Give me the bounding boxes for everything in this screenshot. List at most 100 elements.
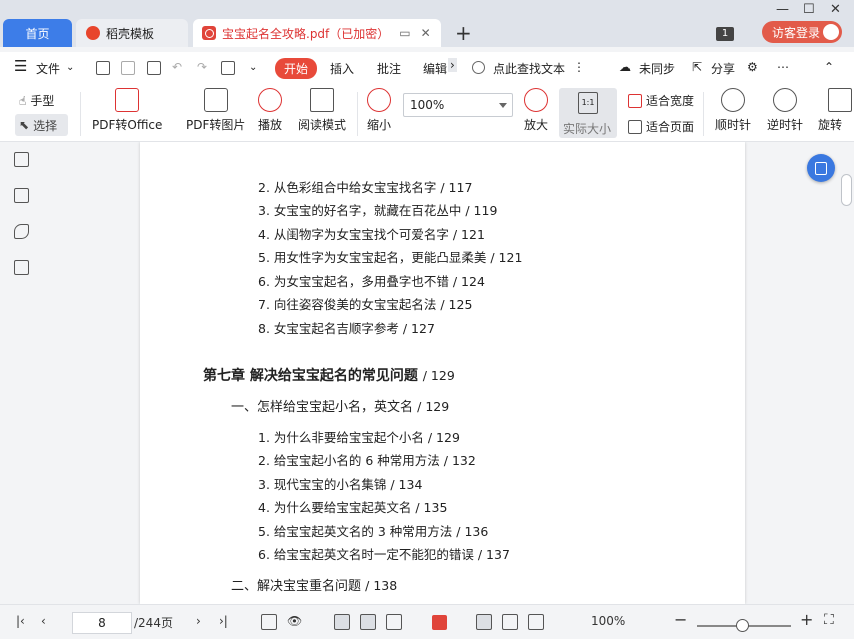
- last-page-icon[interactable]: ›|: [219, 614, 228, 628]
- search-input[interactable]: 点此查找文本: [493, 60, 565, 77]
- menu-annotate[interactable]: 批注: [377, 60, 401, 77]
- minimize-icon[interactable]: —: [776, 2, 789, 17]
- toc-entry[interactable]: 2. 给宝宝起小名的 6 种常用方法 / 132: [258, 450, 476, 469]
- save-icon[interactable]: [121, 61, 135, 75]
- next-page-icon[interactable]: ›: [196, 614, 201, 628]
- window-count-badge[interactable]: 1: [716, 27, 734, 41]
- eye-protect-icon[interactable]: 👁: [287, 614, 302, 628]
- fit-width-status-icon[interactable]: [528, 614, 544, 630]
- redo-icon[interactable]: ↷: [197, 60, 207, 74]
- login-label: 访客登录: [772, 25, 821, 40]
- annotation-icon[interactable]: [14, 224, 29, 239]
- toc-entry[interactable]: 4. 为什么要给宝宝起英文名 / 135: [258, 497, 447, 516]
- menu-start[interactable]: 开始: [275, 58, 318, 79]
- toc-entry[interactable]: 6. 为女宝宝起名，多用叠字也不错 / 124: [258, 271, 485, 290]
- toc-entry[interactable]: 3. 现代宝宝的小名集锦 / 134: [258, 474, 422, 493]
- collapse-ribbon-icon[interactable]: ⌃: [824, 60, 834, 74]
- outline-icon[interactable]: [14, 152, 29, 167]
- toc-entry[interactable]: 2. 从色彩组合中给女宝宝找名字 / 117: [258, 177, 472, 196]
- zoom-percent[interactable]: 100%: [591, 614, 625, 628]
- play-circle-icon: [258, 88, 282, 112]
- play-button[interactable]: 播放: [258, 88, 282, 133]
- tab-template[interactable]: 稻壳模板: [76, 19, 188, 47]
- zoom-out-label: 缩小: [367, 118, 392, 132]
- new-tab-button[interactable]: +: [455, 21, 472, 45]
- toc-entry[interactable]: 8. 女宝宝起名吉顺字参考 / 127: [258, 318, 435, 337]
- page-number-input[interactable]: 8: [72, 612, 132, 634]
- zoom-out-button[interactable]: 缩小: [367, 88, 391, 133]
- toc-entry[interactable]: 6. 给宝宝起英文名时一定不能犯的错误 / 137: [258, 544, 510, 563]
- actual-size-button[interactable]: 1:1 实际大小: [559, 88, 617, 138]
- select-tool-button[interactable]: ⬉ 选择: [15, 114, 68, 136]
- docer-logo-icon: [86, 26, 100, 40]
- single-page-icon[interactable]: [334, 614, 350, 630]
- document-viewer[interactable]: 2. 从色彩组合中给女宝宝找名字 / 117 3. 女宝宝的好名字，就藏在百花丛…: [42, 142, 840, 604]
- menu-edit[interactable]: 编辑: [423, 60, 447, 77]
- window-close-icon[interactable]: ✕: [830, 2, 841, 17]
- menu-scroll-right-icon[interactable]: ›: [448, 58, 457, 72]
- toc-entry[interactable]: 5. 用女性字为女宝宝起名，更能凸显柔美 / 121: [258, 247, 522, 266]
- read-mode-button[interactable]: 阅读模式: [298, 88, 346, 133]
- toolbar-divider: [80, 92, 81, 136]
- convert-icon[interactable]: [14, 260, 29, 275]
- zoom-in-button[interactable]: 放大: [524, 88, 548, 133]
- rotate-ccw-button[interactable]: 逆时针: [767, 88, 803, 133]
- hand-tool-button[interactable]: ☝ 手型: [19, 92, 54, 109]
- scrollbar-thumb[interactable]: [841, 174, 852, 206]
- menu-insert[interactable]: 插入: [330, 60, 354, 77]
- login-button[interactable]: 访客登录: [762, 21, 842, 43]
- actual-size-status-icon[interactable]: [476, 614, 492, 630]
- chevron-down-icon[interactable]: ⌄: [66, 62, 74, 73]
- toc-chapter[interactable]: 第七章 解决给宝宝起名的常见问题 / 129: [203, 365, 455, 385]
- chapter-title: 第七章 解决给宝宝起名的常见问题: [203, 368, 418, 384]
- toc-section[interactable]: 二、解决宝宝重名问题 / 138: [231, 575, 397, 594]
- zoom-slider-knob[interactable]: [736, 619, 749, 632]
- pin-icon[interactable]: ▭: [399, 26, 410, 40]
- pdf-to-office-button[interactable]: PDF转Office: [92, 88, 162, 133]
- toc-entry[interactable]: 3. 女宝宝的好名字，就藏在百花丛中 / 119: [258, 200, 497, 219]
- toc-entry[interactable]: 7. 向往姿容俊美的女宝宝起名法 / 125: [258, 294, 472, 313]
- floating-convert-button[interactable]: [807, 154, 835, 182]
- zoom-out-status-icon[interactable]: −: [674, 610, 687, 629]
- maximize-icon[interactable]: ☐: [803, 2, 815, 17]
- fit-page-button[interactable]: 适合页面: [628, 118, 694, 135]
- thumbnail-icon[interactable]: [14, 188, 29, 203]
- tab-home[interactable]: 首页: [3, 19, 72, 47]
- pdf-to-image-button[interactable]: PDF转图片: [186, 88, 245, 133]
- rotate-cw-label: 顺时针: [715, 118, 752, 132]
- zoom-in-status-icon[interactable]: +: [800, 610, 813, 629]
- more-vertical-icon[interactable]: ⋮: [573, 60, 585, 74]
- toc-entry[interactable]: 5. 给宝宝起英文名的 3 种常用方法 / 136: [258, 521, 488, 540]
- double-page-icon[interactable]: [386, 614, 402, 630]
- vertical-scrollbar[interactable]: [840, 142, 854, 604]
- back-icon[interactable]: [261, 614, 277, 630]
- more-horizontal-icon[interactable]: ⋯: [777, 60, 789, 74]
- export-icon[interactable]: [221, 61, 235, 75]
- tab-document[interactable]: 宝宝起名全攻略.pdf（已加密） ▭ ✕: [193, 19, 441, 47]
- zoom-select[interactable]: 100%: [403, 93, 513, 117]
- share-button[interactable]: 分享: [711, 60, 735, 77]
- fit-width-button[interactable]: 适合宽度: [628, 92, 694, 109]
- pdf-to-word-icon: [115, 88, 140, 112]
- rotate-button[interactable]: 旋转: [818, 88, 854, 133]
- prev-page-icon[interactable]: ‹: [41, 614, 46, 628]
- toc-entry[interactable]: 4. 从闺物字为女宝宝找个可爱名字 / 121: [258, 224, 485, 243]
- first-page-icon[interactable]: |‹: [16, 614, 25, 628]
- fullscreen-icon[interactable]: ⛶: [824, 612, 834, 628]
- rotate-cw-icon: [721, 88, 745, 112]
- undo-icon[interactable]: ↶: [172, 60, 182, 74]
- sync-status[interactable]: 未同步: [639, 60, 675, 77]
- open-folder-icon[interactable]: [96, 61, 110, 75]
- settings-gear-icon[interactable]: ⚙: [747, 60, 758, 74]
- toc-entry[interactable]: 1. 为什么非要给宝宝起个小名 / 129: [258, 427, 460, 446]
- play-slideshow-icon[interactable]: [432, 615, 447, 630]
- more-chevron-icon[interactable]: ⌄: [249, 62, 257, 73]
- toc-section[interactable]: 一、怎样给宝宝起小名，英文名 / 129: [231, 396, 449, 415]
- close-tab-icon[interactable]: ✕: [421, 26, 431, 40]
- fit-page-status-icon[interactable]: [502, 614, 518, 630]
- hamburger-icon[interactable]: ☰: [14, 57, 27, 75]
- rotate-cw-button[interactable]: 顺时针: [715, 88, 751, 133]
- menu-file[interactable]: 文件: [36, 60, 60, 77]
- print-icon[interactable]: [147, 61, 161, 75]
- continuous-page-icon[interactable]: [360, 614, 376, 630]
